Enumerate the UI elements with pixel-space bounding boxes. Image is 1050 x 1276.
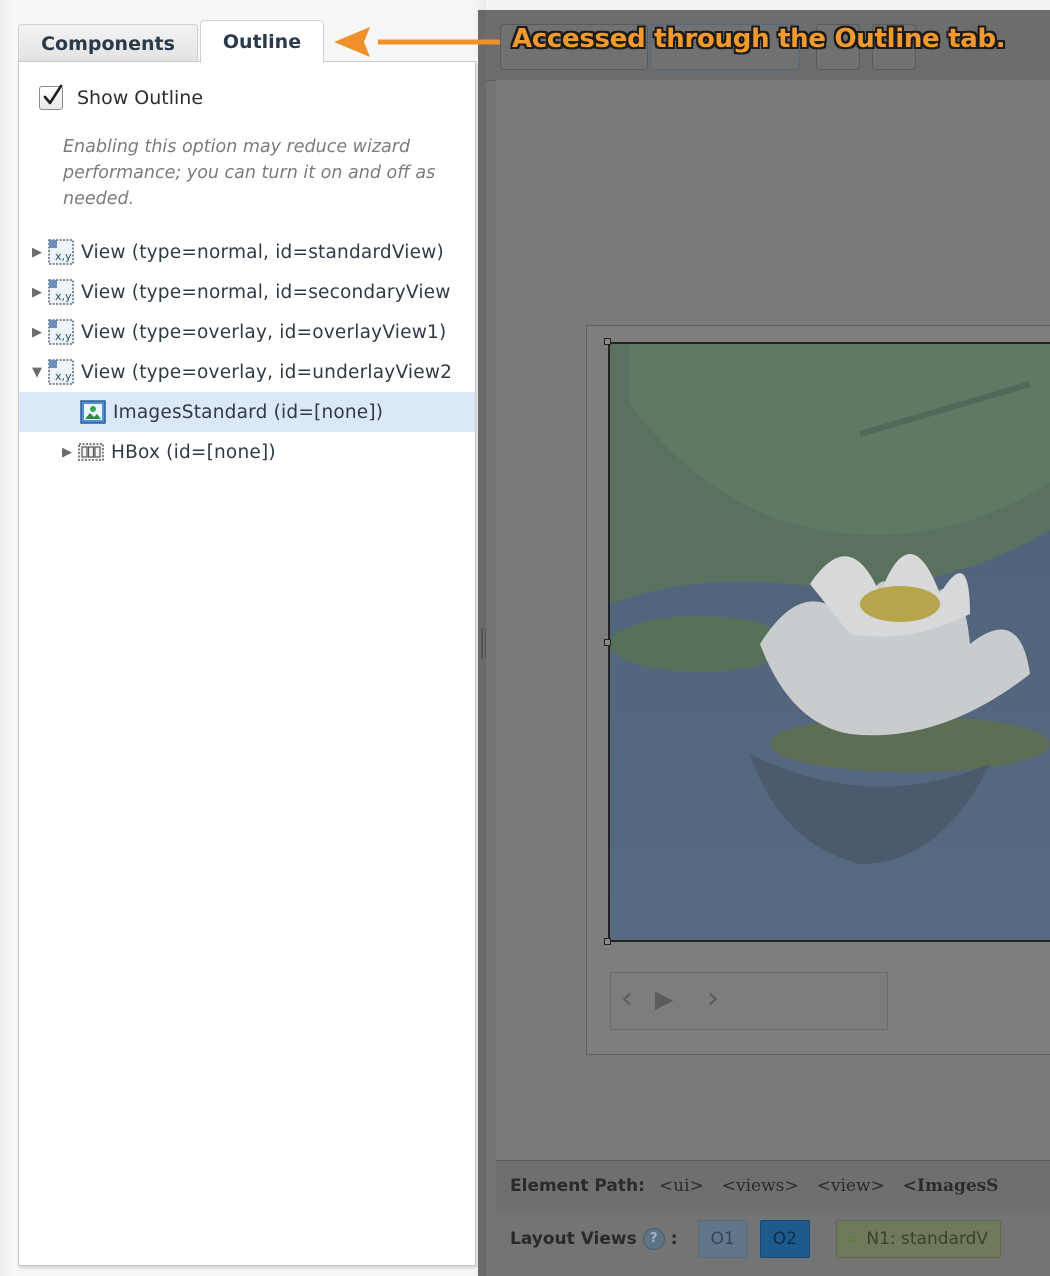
tree-item-label: View (type=overlay, id=overlayView1) <box>81 321 447 343</box>
water-lily-photo <box>610 344 1050 940</box>
layout-views-label: Layout Views <box>510 1228 637 1249</box>
tree-item[interactable]: ▶ x,y View (type=normal, id=standardView… <box>19 232 475 272</box>
view-icon: x,y <box>48 319 74 345</box>
checkmark-icon <box>43 84 63 105</box>
screenshot-root: Components Outline Show Outline Enabling… <box>0 0 1050 1276</box>
expand-arrow-icon[interactable]: ▶ <box>29 245 45 260</box>
arrow-right-icon: ⇨ <box>844 1229 859 1248</box>
path-crumb[interactable]: <view> <box>817 1176 885 1196</box>
svg-text:x,y: x,y <box>55 370 72 383</box>
help-icon[interactable]: ? <box>642 1227 665 1250</box>
callout-arrow-icon <box>334 27 500 57</box>
layout-views-bar: Layout Views ? : O1 O2 ⇨ N1: standardV <box>496 1211 1050 1266</box>
expand-arrow-icon[interactable]: ▶ <box>29 285 45 300</box>
layout-view-n1-button[interactable]: ⇨ N1: standardV <box>835 1219 1002 1258</box>
svg-text:x,y: x,y <box>55 330 72 343</box>
svg-text:x,y: x,y <box>55 250 72 263</box>
player-controls: ‹ ▶ › <box>610 972 888 1030</box>
element-path-bar: Element Path: <ui> <views> <view> <Image… <box>496 1160 1050 1212</box>
expand-arrow-icon[interactable]: ▶ <box>29 325 45 340</box>
resize-handle[interactable] <box>604 338 611 345</box>
view-icon: x,y <box>48 239 74 265</box>
outline-tree: ▶ x,y View (type=normal, id=standardView… <box>19 232 475 472</box>
tree-item-label: ImagesStandard (id=[none]) <box>113 401 384 423</box>
view-icon: x,y <box>48 359 74 385</box>
next-icon[interactable]: › <box>707 981 719 1016</box>
view-icon: x,y <box>48 279 74 305</box>
tab-components[interactable]: Components <box>18 24 198 62</box>
layout-view-n1-label: N1: standardV <box>866 1228 989 1249</box>
tree-item-label: View (type=normal, id=secondaryView <box>81 281 451 303</box>
tree-item-selected[interactable]: ImagesStandard (id=[none]) <box>19 392 475 432</box>
canvas: ‹ ▶ › <box>496 80 1050 1170</box>
tree-item[interactable]: ▶ x,y View (type=overlay, id=overlayView… <box>19 312 475 352</box>
path-crumb[interactable]: <views> <box>722 1176 799 1196</box>
tree-item[interactable]: ▶ x,y View (type=normal, id=secondaryVie… <box>19 272 475 312</box>
path-crumb-current[interactable]: <ImagesS <box>903 1176 999 1196</box>
prev-icon[interactable]: ‹ <box>621 981 633 1016</box>
expand-arrow-icon[interactable]: ▶ <box>59 445 75 460</box>
element-path-label: Element Path: <box>510 1176 645 1196</box>
tree-item-label: View (type=normal, id=standardView) <box>81 241 444 263</box>
resize-handle[interactable] <box>604 639 611 646</box>
lotus-image[interactable] <box>608 342 1050 942</box>
tree-item[interactable]: ▶ HBox (id=[none]) <box>19 432 475 472</box>
show-outline-checkbox[interactable] <box>39 84 63 110</box>
outline-panel: Show Outline Enabling this option may re… <box>18 61 476 1266</box>
annotation-callout: Accessed through the Outline tab. <box>512 24 1006 54</box>
tree-item-label: HBox (id=[none]) <box>111 441 276 463</box>
svg-text:x,y: x,y <box>55 290 72 303</box>
path-crumb[interactable]: <ui> <box>659 1176 704 1196</box>
play-icon[interactable]: ▶ <box>655 985 673 1013</box>
collapse-arrow-icon[interactable]: ▼ <box>29 365 45 380</box>
design-canvas-area: ‹ ▶ › Element Path: <ui> <views> <view> … <box>486 10 1050 1276</box>
images-icon <box>80 400 106 424</box>
layout-view-o2-button[interactable]: O2 <box>759 1219 810 1258</box>
tree-item-label: View (type=overlay, id=underlayView2 <box>81 361 453 383</box>
resize-handle[interactable] <box>604 938 611 945</box>
layout-view-o1-button[interactable]: O1 <box>697 1219 748 1258</box>
tree-item[interactable]: ▼ x,y View (type=overlay, id=underlayVie… <box>19 352 475 392</box>
performance-hint: Enabling this option may reduce wizard p… <box>63 137 436 209</box>
layout-views-colon: : <box>670 1228 678 1249</box>
hbox-icon <box>78 443 104 461</box>
tab-outline[interactable]: Outline <box>200 20 324 63</box>
show-outline-row[interactable]: Show Outline <box>39 84 204 110</box>
show-outline-label: Show Outline <box>77 87 204 109</box>
